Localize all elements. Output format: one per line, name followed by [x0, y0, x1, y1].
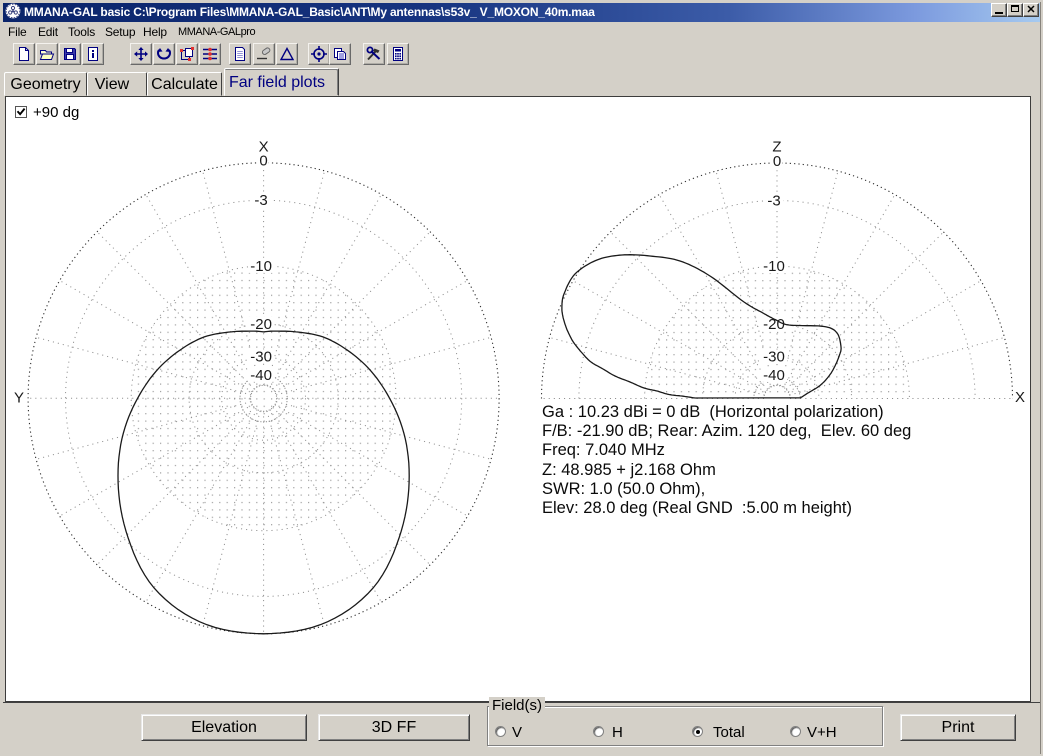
svg-text:Y: Y	[14, 390, 24, 407]
svg-text:-3: -3	[254, 192, 267, 209]
svg-text:-10: -10	[250, 258, 272, 275]
svg-text:0: 0	[773, 153, 781, 170]
svg-text:-40: -40	[763, 367, 785, 384]
svg-text:-20: -20	[763, 316, 785, 333]
svg-text:-3: -3	[767, 192, 780, 209]
svg-text:0: 0	[259, 153, 267, 170]
svg-text:X: X	[1015, 389, 1025, 406]
svg-text:-10: -10	[763, 258, 785, 275]
svg-text:-30: -30	[250, 348, 272, 365]
svg-text:-20: -20	[250, 316, 272, 333]
svg-text:-40: -40	[250, 367, 272, 384]
svg-text:-30: -30	[763, 349, 785, 366]
